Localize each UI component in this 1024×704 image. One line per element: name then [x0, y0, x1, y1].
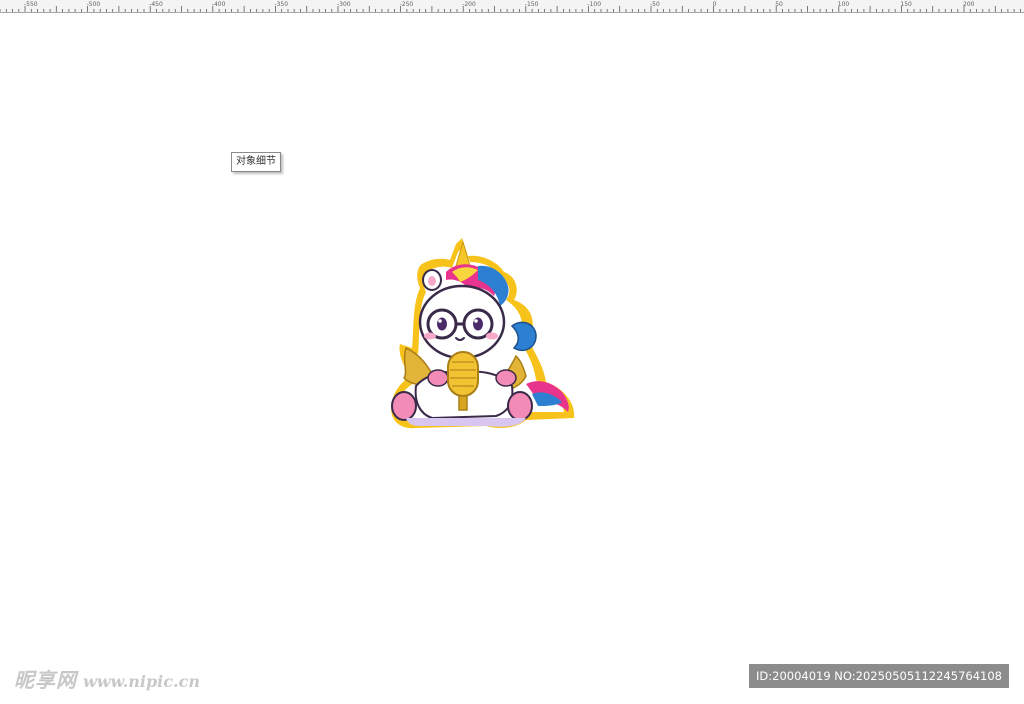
ruler-tick-label: -250 — [400, 1, 414, 8]
horizontal-ruler[interactable]: -550 -500 -450 -400 -350 -300 -250 -200 -150 -100… — [0, 0, 1024, 13]
ruler-tick-label: -300 — [337, 1, 351, 8]
watermark-brand: 昵享网 — [14, 668, 77, 692]
ruler-ticks: -550 -500 -450 -400 -350 -300 -250 -200 -150 -100… — [0, 1, 1021, 12]
watermark-url: www.nipic.cn — [83, 672, 200, 691]
ruler-tick-label: 100 — [838, 1, 850, 8]
canvas: -550 -500 -450 -400 -350 -300 -250 -200 -150 -100… — [0, 0, 1024, 704]
ruler-tick-label: 150 — [900, 1, 912, 8]
ruler-tick-label: -50 — [650, 1, 660, 8]
ruler-tick-label: 0 — [713, 1, 717, 8]
ruler-tick-label: 200 — [963, 1, 975, 8]
ruler-tick-label: -150 — [525, 1, 539, 8]
ruler-tick-label: -100 — [587, 1, 601, 8]
ruler-tick-label: -550 — [24, 1, 38, 8]
object-details-tooltip: 对象细节 — [231, 152, 281, 172]
ruler-tick-label: -400 — [212, 1, 226, 8]
ruler-tick-label: -350 — [274, 1, 288, 8]
ruler-tick-label: -450 — [149, 1, 163, 8]
ruler-tick-label: -500 — [87, 1, 101, 8]
ruler-tick-label: -200 — [462, 1, 476, 8]
unicorn-sticker-image[interactable] — [386, 236, 578, 432]
ruler-tick-label: 50 — [775, 1, 783, 8]
nipic-watermark: 昵享网 www.nipic.cn — [14, 664, 200, 692]
image-id-bar: ID:20004019 NO:20250505112245764108 — [749, 664, 1009, 688]
